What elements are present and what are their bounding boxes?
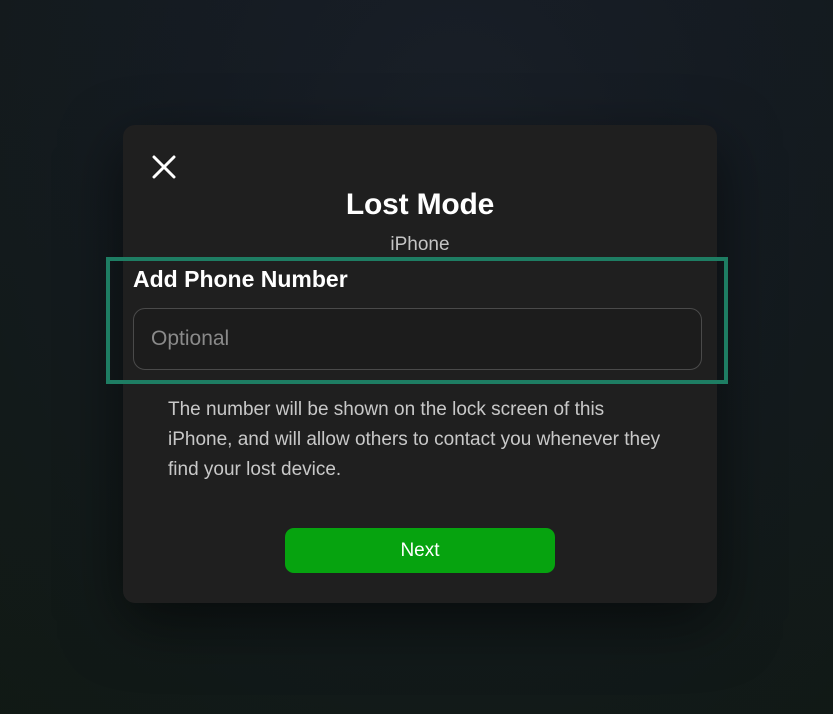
close-icon [152, 155, 176, 182]
dialog-title: Lost Mode [345, 188, 495, 221]
phone-number-input[interactable] [133, 308, 702, 370]
phone-number-label: Add Phone Number [133, 266, 348, 292]
lost-mode-dialog: Lost Mode iPhone Add Phone Number The nu… [123, 125, 717, 603]
helper-text: The number will be shown on the lock scr… [168, 399, 661, 480]
close-button[interactable] [149, 153, 179, 183]
next-button[interactable]: Next [285, 528, 555, 573]
device-name: iPhone [390, 234, 450, 255]
